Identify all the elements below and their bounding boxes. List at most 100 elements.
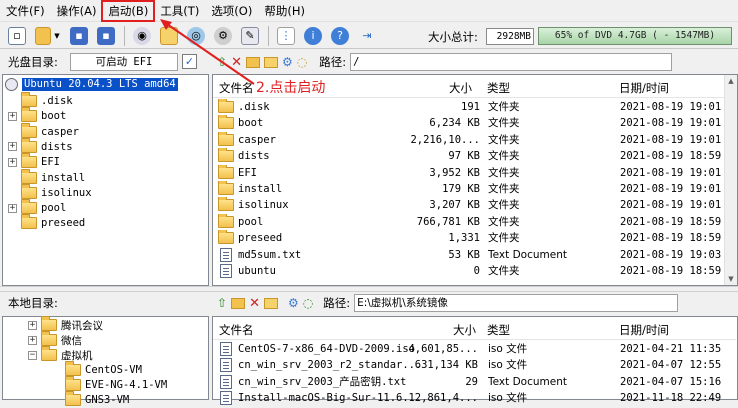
table-row[interactable]: Install-macOS-Big-Sur-11.6... 12,861,4...… bbox=[214, 390, 735, 406]
cd-list-scrollbar[interactable]: ▲ ▼ bbox=[724, 75, 737, 285]
tree-item-label: casper bbox=[41, 125, 79, 138]
table-row[interactable]: isolinux 3,207 KB 文件夹 2021-08-19 19:01 bbox=[214, 197, 723, 213]
table-row[interactable]: preseed 1,331 文件夹 2021-08-19 18:59 bbox=[214, 230, 723, 246]
table-row[interactable]: .disk 191 文件夹 2021-08-19 19:01 bbox=[214, 99, 723, 115]
file-date: 2021-08-19 19:01 bbox=[620, 166, 722, 179]
file-name-cell: casper bbox=[218, 131, 276, 148]
folder-icon bbox=[41, 331, 57, 346]
document-icon bbox=[220, 264, 232, 278]
scroll-down-icon[interactable]: ▼ bbox=[725, 273, 737, 285]
expand-toggle-icon[interactable]: − bbox=[28, 350, 37, 360]
tree-item-label: isolinux bbox=[41, 186, 92, 199]
file-type: Text Document bbox=[488, 248, 567, 261]
cd-col-size[interactable]: 大小 bbox=[449, 80, 472, 96]
file-size: 4,601,85... bbox=[408, 343, 478, 355]
local-new-folder-icon[interactable] bbox=[231, 297, 246, 309]
exit-icon[interactable]: ⇥ bbox=[358, 27, 376, 45]
file-type: 文件夹 bbox=[488, 133, 520, 146]
tree-item[interactable]: + 腾讯会议 bbox=[28, 316, 103, 333]
cd-col-date[interactable]: 日期/时间 bbox=[619, 80, 669, 96]
refresh-icon[interactable]: ◌ bbox=[297, 55, 307, 69]
table-row[interactable]: casper 2,216,10... 文件夹 2021-08-19 19:01 bbox=[214, 131, 723, 148]
table-row[interactable]: cn_win_srv_2003_产品密钥.txt 29 Text Document 2… bbox=[214, 374, 735, 390]
tree-item[interactable]: +GNS3-VM bbox=[52, 391, 129, 408]
local-col-size[interactable]: 大小 bbox=[453, 322, 476, 338]
local-settings-icon[interactable]: ⚙ bbox=[288, 296, 299, 310]
tree-item[interactable]: +install bbox=[8, 168, 85, 186]
folder-icon bbox=[21, 199, 37, 215]
tree-item[interactable]: + EFI bbox=[8, 153, 60, 170]
menu-boot[interactable]: 启动(B) bbox=[101, 0, 156, 22]
open-icon[interactable] bbox=[35, 26, 51, 45]
local-refresh-icon[interactable]: ◌ bbox=[303, 296, 313, 310]
file-size: 179 KB bbox=[442, 183, 480, 195]
table-row[interactable]: md5sum.txt 53 KB Text Document 2021-08-19 1… bbox=[214, 247, 723, 263]
table-row[interactable]: EFI 3,952 KB 文件夹 2021-08-19 19:01 bbox=[214, 164, 723, 181]
file-size: 766,781 KB bbox=[416, 215, 480, 228]
burn-icon[interactable]: ◉ bbox=[133, 26, 151, 45]
file-name: cn_win_srv_2003_产品密钥.txt bbox=[238, 375, 407, 388]
folder-icon bbox=[65, 376, 81, 391]
tree-item[interactable]: + 微信 bbox=[28, 331, 82, 348]
document-icon bbox=[220, 374, 232, 389]
file-size: 0 bbox=[473, 265, 480, 277]
file-name: md5sum.txt bbox=[238, 248, 302, 261]
help-icon[interactable]: i bbox=[304, 26, 322, 45]
expand-toggle-icon[interactable]: + bbox=[8, 157, 17, 167]
file-date: 2021-04-21 11:35 bbox=[620, 343, 722, 355]
cd-path-input[interactable]: / bbox=[350, 53, 673, 71]
local-col-type[interactable]: 类型 bbox=[487, 322, 510, 338]
local-col-name[interactable]: 文件名 bbox=[219, 322, 254, 338]
file-date: 2021-08-19 19:03 bbox=[620, 248, 722, 261]
tree-item[interactable]: +preseed bbox=[8, 214, 85, 231]
table-row[interactable]: dists 97 KB 文件夹 2021-08-19 18:59 bbox=[214, 148, 723, 164]
settings-icon[interactable]: ⚙ bbox=[282, 55, 293, 69]
file-name: casper bbox=[238, 133, 276, 146]
document-icon bbox=[220, 342, 232, 356]
tree-item[interactable]: + pool bbox=[8, 199, 66, 216]
tree-item[interactable]: +casper bbox=[8, 122, 79, 140]
local-up-arrow-icon[interactable]: ⇧ bbox=[217, 296, 227, 310]
table-row[interactable]: boot 6,234 KB 文件夹 2021-08-19 19:01 bbox=[214, 115, 723, 131]
question-icon[interactable]: ? bbox=[331, 26, 349, 45]
expand-toggle-icon[interactable]: + bbox=[28, 320, 37, 330]
tree-item[interactable]: + dists bbox=[8, 137, 73, 155]
local-col-date[interactable]: 日期/时间 bbox=[619, 322, 669, 338]
table-row[interactable]: cn_win_srv_2003_r2_standar... 631,134 KB i… bbox=[214, 357, 735, 373]
folder-icon bbox=[218, 148, 234, 163]
table-row[interactable]: CentOS-7-x86_64-DVD-2009.iso 4,601,85... i… bbox=[214, 341, 735, 357]
expand-toggle-icon[interactable]: + bbox=[8, 203, 17, 213]
folder-icon bbox=[21, 137, 37, 153]
cd-col-type[interactable]: 类型 bbox=[487, 80, 510, 96]
menu-file[interactable]: 文件(F) bbox=[0, 1, 51, 21]
table-row[interactable]: ubuntu 0 文件夹 2021-08-19 18:59 bbox=[214, 263, 723, 279]
expand-toggle-icon[interactable]: + bbox=[28, 335, 37, 345]
tree-item[interactable]: + boot bbox=[8, 107, 66, 124]
tree-item[interactable]: +.disk bbox=[8, 92, 73, 109]
info-icon[interactable]: ⋮ bbox=[277, 26, 295, 45]
expand-toggle-icon[interactable]: + bbox=[8, 111, 17, 121]
file-date: 2021-08-19 18:59 bbox=[620, 232, 722, 245]
local-path-bar: ⇧ ✕ ⚙ ◌ 路径: E:\虚拟机\系统镜像 bbox=[213, 292, 738, 314]
expand-toggle-icon[interactable]: + bbox=[8, 142, 17, 152]
file-date: 2021-04-07 12:55 bbox=[620, 359, 722, 372]
file-size: 3,952 KB bbox=[429, 166, 480, 179]
local-rename-icon[interactable] bbox=[263, 297, 278, 309]
dropdown-icon[interactable]: ▼ bbox=[53, 27, 61, 45]
annotation-text: 2.点击启动 bbox=[256, 80, 326, 96]
folder-icon bbox=[21, 122, 37, 138]
disc-capacity-text: 65% of DVD 4.7GB ( - 1547MB) bbox=[554, 30, 716, 41]
tree-item-label: EVE-NG-4.1-VM bbox=[85, 379, 168, 391]
save-icon[interactable]: ▪ bbox=[70, 26, 88, 45]
local-path-input[interactable]: E:\虚拟机\系统镜像 bbox=[354, 294, 679, 312]
menu-action[interactable]: 操作(A) bbox=[51, 1, 103, 21]
file-name: dists bbox=[238, 150, 270, 163]
saveas-icon[interactable]: ▪ bbox=[97, 26, 115, 45]
table-row[interactable]: install 179 KB 文件夹 2021-08-19 19:01 bbox=[214, 181, 723, 197]
tree-item[interactable]: − 虚拟机 bbox=[28, 346, 93, 363]
new-icon[interactable]: ▫ bbox=[8, 26, 26, 45]
local-delete-icon[interactable]: ✕ bbox=[249, 296, 260, 311]
scroll-up-icon[interactable]: ▲ bbox=[725, 75, 737, 87]
local-path-label: 路径: bbox=[323, 296, 351, 310]
table-row[interactable]: pool 766,781 KB 文件夹 2021-08-19 18:59 bbox=[214, 213, 723, 230]
